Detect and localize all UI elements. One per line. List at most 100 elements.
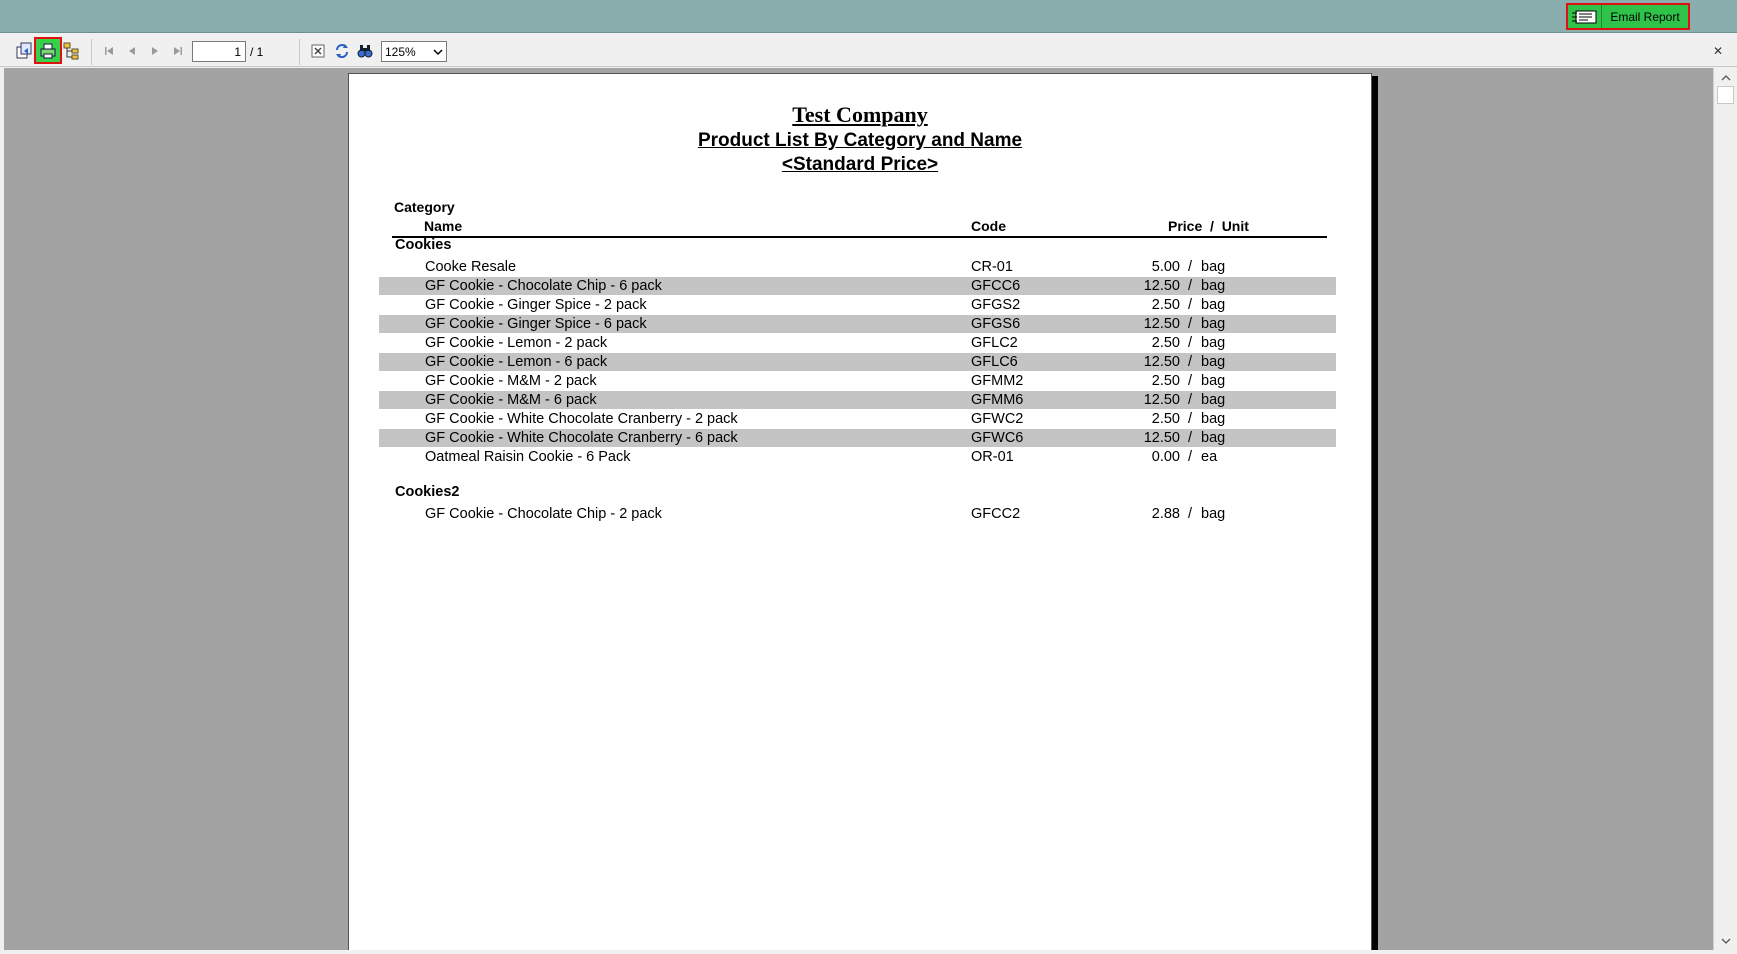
table-row: Oatmeal Raisin Cookie - 6 Pack OR-01 0.00 e… [379,448,1336,466]
next-page-icon[interactable] [144,40,166,62]
product-price: 12.50 [1143,278,1180,294]
table-row: GF Cookie - Lemon - 6 pack GFLC6 12.50 bag / [379,353,1336,371]
product-unit: bag [1201,259,1226,275]
header-price-unit: Price / Unit [1168,218,1249,234]
table-row: GF Cookie - Ginger Spice - 2 pack GFGS2 2.… [379,296,1336,314]
product-name: GF Cookie - Chocolate Chip - 6 pack [425,278,662,294]
table-row: GF Cookie - Lemon - 2 pack GFLC2 2.50 bag / [379,334,1336,352]
product-name: GF Cookie - White Chocolate Cranberry - … [425,430,738,446]
email-report-control[interactable]: Email Report [1566,3,1690,30]
scroll-down-icon[interactable] [1717,932,1734,949]
header-code: Code [971,218,1006,234]
product-name: GF Cookie - White Chocolate Cranberry - … [425,411,738,427]
scroll-up-icon[interactable] [1717,69,1734,86]
table-row: GF Cookie - M&M - 2 pack GFMM2 2.50 bag / [379,372,1336,390]
header-category: Category [394,199,455,215]
price-unit-separator: / [1188,411,1193,427]
close-view-icon[interactable] [307,40,329,62]
email-report-button[interactable]: Email Report [1602,5,1688,28]
price-unit-separator: / [1188,354,1193,370]
product-code: GFMM2 [971,373,1024,389]
price-unit-separator: / [1188,449,1193,465]
table-row: GF Cookie - Chocolate Chip - 2 pack GFCC2… [379,505,1336,523]
product-unit: bag [1201,316,1226,332]
product-name: Oatmeal Raisin Cookie - 6 Pack [425,449,631,465]
price-unit-separator: / [1188,430,1193,446]
category-heading: Cookies2 [395,484,460,500]
report-title: Product List By Category and Name [697,130,1023,151]
category-heading: Cookies [395,237,452,253]
page-total: / 1 [250,45,264,59]
product-unit: bag [1201,392,1226,408]
product-price: 12.50 [1143,316,1180,332]
product-unit: bag [1201,373,1226,389]
table-row: Cooke Resale CR-01 5.00 bag / [379,258,1336,276]
vertical-scrollbar[interactable] [1713,68,1737,950]
table-row: GF Cookie - M&M - 6 pack GFMM6 12.50 bag / [379,391,1336,409]
find-icon[interactable] [354,40,376,62]
table-row: GF Cookie - Chocolate Chip - 6 pack GFCC6… [379,277,1336,295]
product-name: GF Cookie - Lemon - 6 pack [425,354,608,370]
email-icon[interactable] [1568,5,1602,28]
product-price: 2.50 [1151,297,1180,313]
table-row: GF Cookie - Ginger Spice - 6 pack GFGS6 12… [379,315,1336,333]
product-unit: bag [1201,297,1226,313]
product-unit: bag [1201,430,1226,446]
product-price: 2.50 [1151,373,1180,389]
group-tree-icon[interactable] [61,40,83,62]
product-name: GF Cookie - Ginger Spice - 2 pack [425,297,647,313]
product-name: GF Cookie - M&M - 6 pack [425,392,597,408]
product-price: 12.50 [1143,430,1180,446]
product-code: GFGS2 [971,297,1021,313]
page-number-input[interactable] [192,41,246,62]
product-price: 0.00 [1151,449,1180,465]
export-icon[interactable] [13,40,35,62]
print-icon[interactable] [34,37,62,64]
company-name: Test Company [792,102,928,127]
product-name: GF Cookie - M&M - 2 pack [425,373,597,389]
product-code: GFCC2 [971,506,1021,522]
product-price: 2.50 [1151,335,1180,351]
product-code: CR-01 [971,259,1013,275]
product-code: GFMM6 [971,392,1024,408]
zoom-select[interactable]: 125% [381,41,447,62]
toolbar-separator [299,39,300,65]
report-viewer: Test Company Product List By Category an… [4,68,1713,950]
first-page-icon[interactable] [98,40,120,62]
price-unit-separator: / [1188,278,1193,294]
product-name: Cooke Resale [425,259,517,275]
product-price: 12.50 [1143,354,1180,370]
price-unit-separator: / [1188,335,1193,351]
header-name: Name [424,218,463,234]
price-unit-separator: / [1188,259,1193,275]
table-row: GF Cookie - White Chocolate Cranberry - … [379,410,1336,428]
product-name: GF Cookie - Ginger Spice - 6 pack [425,316,647,332]
prev-page-icon[interactable] [121,40,143,62]
price-unit-separator: / [1188,316,1193,332]
report-toolbar: / 1 125% ✕ [0,35,1737,67]
product-unit: bag [1201,506,1226,522]
top-bar: Email Report [0,0,1737,33]
scrollbar-thumb[interactable] [1717,86,1734,104]
refresh-icon[interactable] [331,40,353,62]
report-page: Test Company Product List By Category an… [348,73,1372,950]
price-unit-separator: / [1188,392,1193,408]
product-code: GFLC2 [971,335,1018,351]
zoom-value: 125% [385,44,416,59]
product-name: GF Cookie - Chocolate Chip - 2 pack [425,506,662,522]
toolbar-separator [91,39,92,65]
product-price: 12.50 [1143,392,1180,408]
product-unit: bag [1201,335,1226,351]
close-icon[interactable]: ✕ [1713,44,1723,58]
product-code: OR-01 [971,449,1014,465]
table-row: GF Cookie - White Chocolate Cranberry - … [379,429,1336,447]
report-subtitle: <Standard Price> [781,154,939,175]
product-unit: bag [1201,278,1226,294]
product-price: 2.50 [1151,411,1180,427]
header-divider [392,236,1327,238]
product-price: 2.88 [1151,506,1180,522]
product-name: GF Cookie - Lemon - 2 pack [425,335,608,351]
product-code: GFWC6 [971,430,1024,446]
last-page-icon[interactable] [167,40,189,62]
product-unit: bag [1201,354,1226,370]
